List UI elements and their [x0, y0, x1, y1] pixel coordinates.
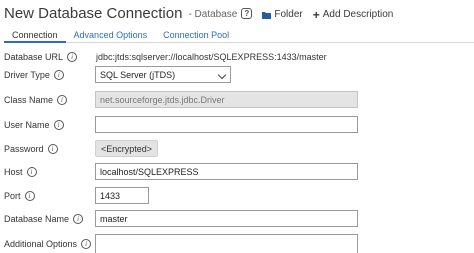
info-icon[interactable]: i — [81, 239, 92, 249]
database-url-label: Database URL i — [4, 52, 78, 62]
password-label: Password i — [4, 144, 58, 154]
additional-options-label-text: Additional Options — [4, 239, 78, 249]
port-field[interactable]: 1433 — [95, 187, 149, 204]
add-description-button[interactable]: + Add Description — [312, 7, 394, 22]
info-icon[interactable]: i — [67, 52, 78, 62]
user-name-row: User Name i — [4, 116, 64, 134]
driver-type-label-text: Driver Type — [4, 70, 50, 80]
class-name-field: net.sourceforge.jtds.jdbc.Driver — [95, 91, 358, 108]
password-label-text: Password — [4, 144, 44, 154]
database-name-value: master — [100, 213, 128, 224]
class-name-row: Class Name i — [4, 91, 68, 109]
tab-connection[interactable]: Connection — [4, 27, 66, 43]
info-icon[interactable]: i — [57, 95, 68, 105]
port-label: Port i — [4, 191, 35, 201]
info-icon[interactable]: i — [47, 144, 58, 154]
user-name-label-text: User Name — [4, 120, 50, 130]
user-name-field[interactable] — [95, 116, 358, 133]
class-name-value: net.sourceforge.jtds.jdbc.Driver — [100, 94, 225, 105]
port-label-text: Port — [4, 191, 21, 201]
database-name-field[interactable]: master — [95, 210, 358, 227]
database-name-row: Database Name i — [4, 210, 84, 228]
page-subtitle: - Database — [188, 9, 238, 20]
help-icon[interactable]: ? — [241, 8, 253, 19]
encrypted-password-button[interactable]: <Encrypted> — [95, 140, 159, 157]
database-url-row: Database URL i — [4, 48, 78, 66]
additional-options-label: Additional Options i — [4, 239, 92, 249]
database-url-label-text: Database URL — [4, 52, 64, 62]
folder-label: Folder — [274, 9, 303, 20]
folder-icon — [262, 11, 272, 19]
info-icon[interactable]: i — [53, 120, 64, 130]
tab-advanced-options[interactable]: Advanced Options — [66, 27, 156, 43]
folder-button[interactable]: Folder — [262, 9, 303, 20]
info-icon[interactable]: i — [24, 191, 35, 201]
tab-bar: Connection Advanced Options Connection P… — [4, 27, 474, 43]
class-name-label-text: Class Name — [4, 95, 54, 105]
tab-connection-pool[interactable]: Connection Pool — [155, 27, 237, 43]
page-header: New Database Connection - Database ? Fol… — [4, 0, 393, 22]
driver-type-select[interactable]: SQL Server (jTDS) — [95, 66, 231, 83]
add-description-label: Add Description — [322, 9, 394, 20]
host-label-text: Host — [4, 167, 23, 177]
database-name-label: Database Name i — [4, 214, 84, 224]
additional-options-row: Additional Options i — [4, 235, 92, 253]
host-value: localhost/SQLEXPRESS — [100, 166, 199, 177]
host-field[interactable]: localhost/SQLEXPRESS — [95, 163, 358, 180]
class-name-label: Class Name i — [4, 95, 68, 105]
driver-type-value: SQL Server (jTDS) — [100, 69, 176, 80]
driver-type-row: Driver Type i — [4, 66, 64, 84]
host-row: Host i — [4, 163, 37, 181]
port-value: 1433 — [100, 190, 121, 201]
user-name-label: User Name i — [4, 120, 64, 130]
info-icon[interactable]: i — [53, 70, 64, 80]
additional-options-field[interactable] — [95, 234, 358, 253]
password-row: Password i — [4, 140, 58, 158]
info-icon[interactable]: i — [73, 214, 84, 224]
port-row: Port i — [4, 187, 35, 205]
chevron-down-icon — [217, 70, 227, 80]
host-label: Host i — [4, 167, 37, 177]
database-name-label-text: Database Name — [4, 214, 70, 224]
driver-type-label: Driver Type i — [4, 70, 64, 80]
database-url-value: jdbc:jtds:sqlserver://localhost/SQLEXPRE… — [96, 52, 327, 62]
plus-icon: + — [312, 7, 320, 22]
info-icon[interactable]: i — [26, 167, 37, 177]
page-title: New Database Connection — [4, 5, 183, 22]
